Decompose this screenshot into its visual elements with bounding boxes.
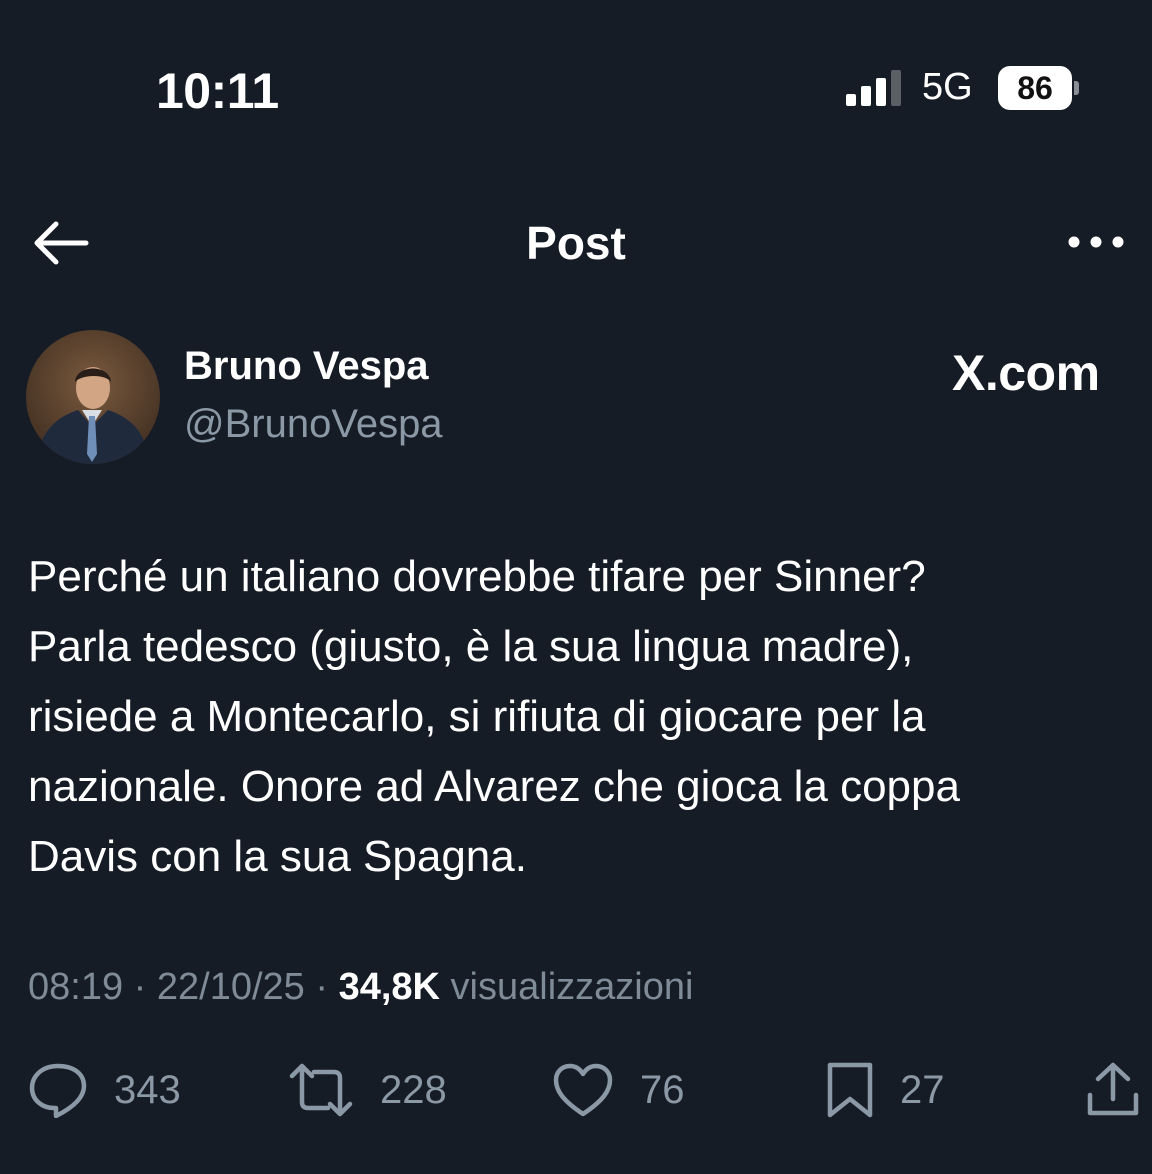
more-options-icon[interactable]: [1066, 228, 1126, 256]
view-count: 34,8K: [338, 966, 440, 1008]
separator: ·: [133, 966, 157, 1008]
like-icon: [553, 1063, 613, 1117]
reply-count: 343: [114, 1067, 181, 1112]
status-time: 10:11: [156, 63, 279, 119]
author-handle[interactable]: @BrunoVespa: [184, 402, 443, 447]
post-text-line: risiede a Montecarlo, si rifiuta di gioc…: [28, 692, 926, 741]
like-count: 76: [640, 1067, 685, 1112]
bookmark-button[interactable]: 27: [826, 1058, 945, 1122]
share-button[interactable]: [1086, 1058, 1140, 1122]
author-name[interactable]: Bruno Vespa: [184, 344, 429, 389]
like-button[interactable]: 76: [552, 1058, 685, 1122]
post-date: 22/10/25: [156, 966, 305, 1008]
separator: ·: [315, 966, 339, 1008]
views-label: visualizzazioni: [450, 966, 694, 1008]
page-title: Post: [526, 217, 626, 269]
post-text-line: Davis con la sua Spagna.: [28, 832, 527, 881]
repost-icon: [289, 1063, 353, 1117]
repost-count: 228: [380, 1067, 447, 1112]
reply-button[interactable]: 343: [28, 1058, 181, 1122]
avatar[interactable]: [26, 330, 160, 464]
post-text-line: Perché un italiano dovrebbe tifare per S…: [28, 552, 926, 601]
battery-icon: 86: [998, 66, 1080, 110]
network-type: 5G: [922, 66, 973, 108]
repost-button[interactable]: 228: [288, 1058, 447, 1122]
battery-level: 86: [1017, 70, 1053, 106]
signal-strength-icon: [846, 70, 901, 106]
post-text: Perché un italiano dovrebbe tifare per S…: [28, 542, 1128, 892]
reply-icon: [29, 1063, 87, 1118]
post-text-line: Parla tedesco (giusto, è la sua lingua m…: [28, 622, 914, 671]
share-icon: [1087, 1062, 1139, 1116]
post-text-line: nazionale. Onore ad Alvarez che gioca la…: [28, 762, 960, 811]
bookmark-icon: [827, 1062, 873, 1118]
brand-watermark: X.com: [952, 345, 1100, 401]
post-meta: 08:19 · 22/10/25 · 34,8K visualizzazioni: [28, 966, 693, 1009]
post-time: 08:19: [28, 966, 124, 1008]
bookmark-count: 27: [900, 1067, 945, 1112]
